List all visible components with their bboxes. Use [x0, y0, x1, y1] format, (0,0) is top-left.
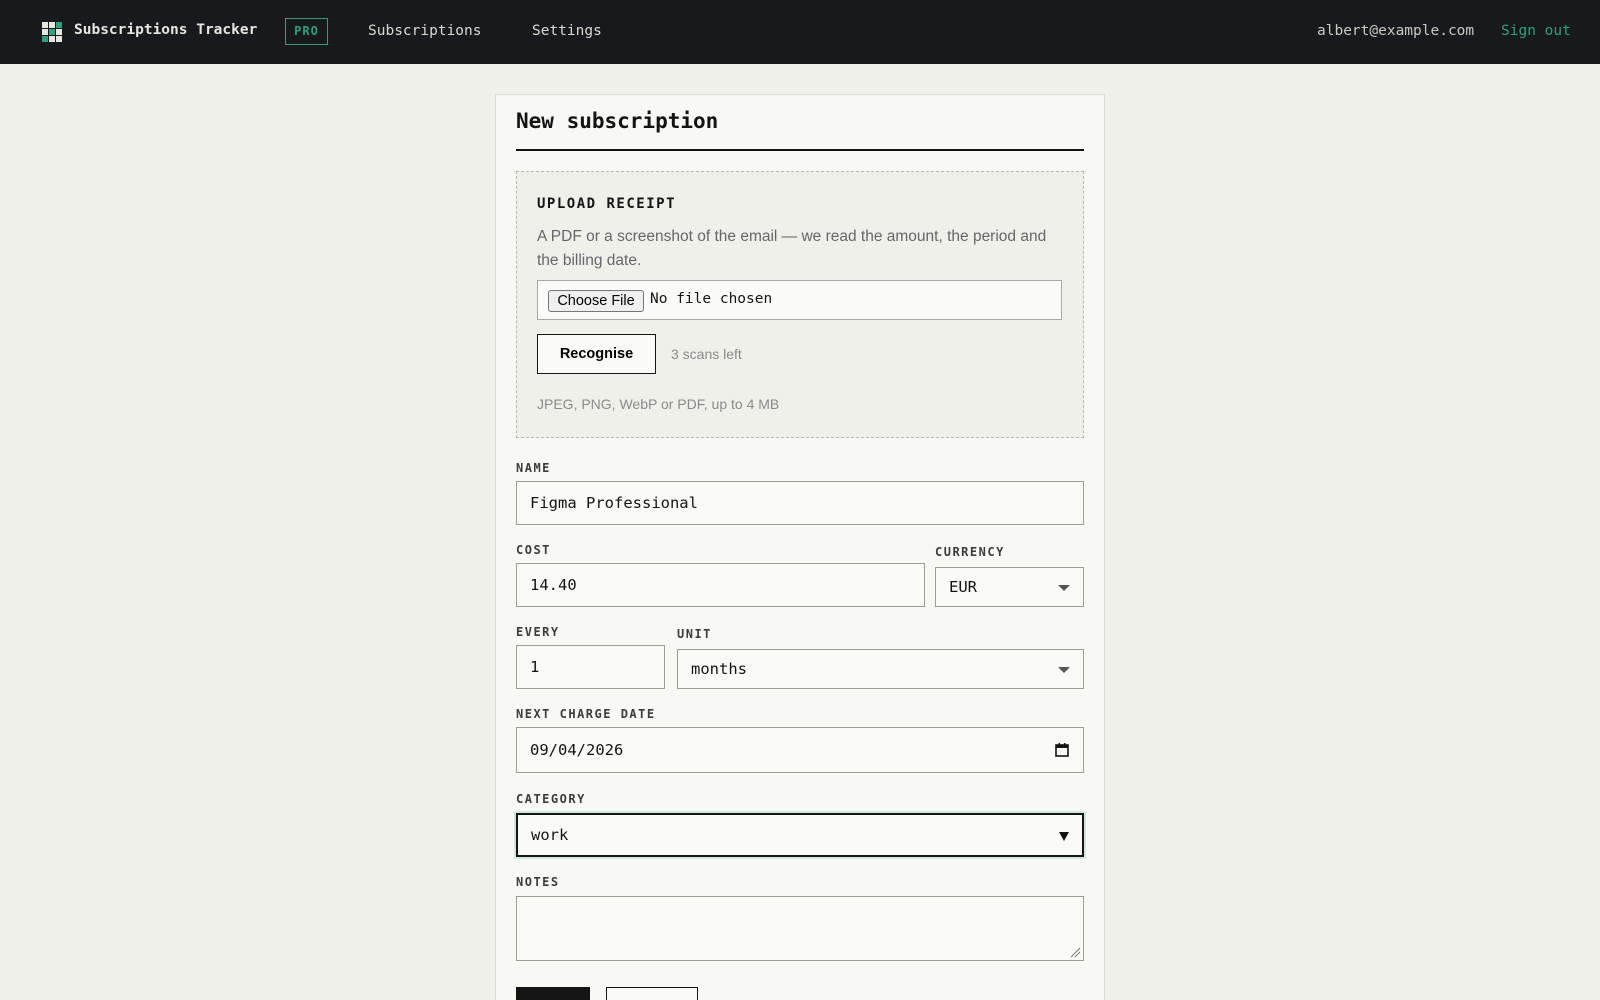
currency-value: EUR	[949, 578, 977, 596]
grid-logo-icon	[42, 22, 62, 42]
chevron-down-icon	[1058, 667, 1070, 673]
cancel-button[interactable]	[606, 987, 698, 1000]
cost-label: COST	[516, 543, 551, 557]
unit-select[interactable]: months	[677, 649, 1084, 689]
upload-title: UPLOAD RECEIPT	[537, 196, 677, 212]
every-value: 1	[530, 658, 540, 676]
pro-badge: PRO	[285, 18, 328, 45]
file-input[interactable]: Choose File No file chosen	[537, 280, 1062, 320]
save-button[interactable]	[516, 987, 590, 1000]
next-charge-date-label: NEXT CHARGE DATE	[516, 707, 656, 721]
category-value: work	[531, 826, 569, 844]
title-divider	[516, 149, 1084, 151]
next-charge-date-input[interactable]: 09/04/2026	[516, 727, 1084, 773]
currency-select[interactable]: EUR	[935, 567, 1084, 607]
user-email: albert@example.com	[1317, 23, 1475, 39]
calendar-icon[interactable]	[1055, 743, 1069, 757]
name-input[interactable]: Figma Professional	[516, 481, 1084, 525]
currency-label: CURRENCY	[935, 545, 1005, 559]
sign-out-link[interactable]: Sign out	[1501, 23, 1571, 39]
scans-left-counter: 3 scans left	[671, 346, 742, 362]
resize-grip-icon[interactable]	[1070, 947, 1081, 958]
new-subscription-card: New subscription UPLOAD RECEIPT A PDF or…	[495, 94, 1105, 1000]
unit-value: months	[691, 660, 747, 678]
chevron-down-icon	[1058, 585, 1070, 591]
category-select[interactable]: work	[516, 813, 1084, 857]
cost-value: 14.40	[530, 576, 577, 594]
choose-file-button[interactable]: Choose File	[548, 290, 644, 312]
app-title: Subscriptions Tracker	[74, 22, 258, 38]
name-value: Figma Professional	[530, 494, 698, 512]
every-label: EVERY	[516, 625, 560, 639]
upload-receipt-panel: UPLOAD RECEIPT A PDF or a screenshot of …	[516, 171, 1084, 438]
notes-label: NOTES	[516, 875, 560, 889]
recognise-button[interactable]: Recognise	[537, 334, 656, 374]
every-input[interactable]: 1	[516, 645, 665, 689]
upload-description: A PDF or a screenshot of the email — we …	[537, 228, 1047, 269]
unit-label: UNIT	[677, 627, 712, 641]
nav-settings[interactable]: Settings	[532, 23, 602, 39]
top-bar: Subscriptions Tracker PRO Subscriptions …	[0, 0, 1600, 64]
name-label: NAME	[516, 461, 551, 475]
file-status: No file chosen	[650, 291, 773, 307]
nav-subscriptions[interactable]: Subscriptions	[368, 23, 482, 39]
accepted-formats-hint: JPEG, PNG, WebP or PDF, up to 4 MB	[537, 396, 780, 412]
page-title: New subscription	[516, 109, 719, 133]
notes-textarea[interactable]	[516, 896, 1084, 961]
chevron-down-icon	[1059, 832, 1069, 841]
cost-input[interactable]: 14.40	[516, 563, 925, 607]
category-label: CATEGORY	[516, 792, 586, 806]
next-charge-date-value: 09/04/2026	[530, 741, 624, 759]
